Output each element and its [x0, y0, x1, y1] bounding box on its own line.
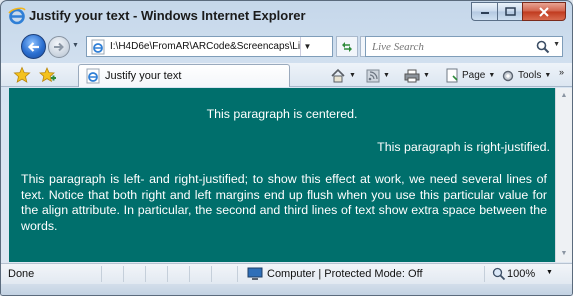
ie-logo-icon: [8, 7, 26, 25]
tools-menu-label: Tools: [518, 70, 542, 81]
page-icon: [446, 68, 458, 83]
zoom-dropdown[interactable]: ▼: [546, 269, 553, 276]
maximize-icon: [504, 7, 516, 16]
feeds-icon: [366, 69, 380, 82]
back-button[interactable]: [21, 34, 46, 59]
home-button[interactable]: ▼: [330, 67, 356, 84]
status-divider: [484, 266, 485, 282]
zoom-icon: [492, 267, 506, 281]
window-frame-bottom: [1, 284, 572, 295]
back-arrow-icon: [27, 41, 39, 52]
window-title: Justify your text - Windows Internet Exp…: [29, 8, 306, 23]
page-content: This paragraph is centered. This paragra…: [9, 88, 555, 262]
address-dropdown[interactable]: ▼: [300, 37, 314, 56]
right-justified-paragraph: This paragraph is right-justified.: [377, 140, 550, 154]
minimize-button[interactable]: [471, 2, 497, 21]
status-bar: Done Computer | Protected Mode: Off 100%…: [1, 263, 572, 284]
status-divider: [123, 266, 124, 282]
page-menu[interactable]: Page ▼: [445, 67, 495, 84]
address-input[interactable]: I:\H4D6e\FromAR\ARCode&Screencaps\Li: [110, 41, 300, 52]
tab-bar: Justify your text ▼ ▼ ▼ Page ▼ Tools ▼ »: [1, 63, 572, 87]
status-text: Done: [8, 268, 35, 280]
tab-label: Justify your text: [105, 70, 182, 82]
feeds-button[interactable]: ▼: [366, 67, 390, 84]
vertical-scrollbar[interactable]: ▲ ▼: [555, 88, 572, 262]
zoom-level[interactable]: 100%: [507, 268, 535, 280]
recent-pages-dropdown[interactable]: ▼: [72, 42, 79, 49]
status-divider: [145, 266, 146, 282]
browser-window: Justify your text - Windows Internet Exp…: [0, 0, 573, 296]
tab-justify-your-text[interactable]: Justify your text: [78, 64, 290, 87]
address-bar[interactable]: I:\H4D6e\FromAR\ARCode&Screencaps\Li ▼: [86, 36, 333, 57]
status-divider: [211, 266, 212, 282]
status-divider: [167, 266, 168, 282]
ie-page-icon: [86, 68, 100, 84]
close-icon: [539, 6, 549, 17]
status-divider: [237, 266, 238, 282]
forward-button[interactable]: [48, 36, 70, 58]
print-button[interactable]: ▼: [404, 67, 430, 84]
scroll-down-arrow-icon[interactable]: ▼: [556, 246, 572, 262]
refresh-button[interactable]: [336, 36, 358, 57]
favorites-star-icon[interactable]: [13, 66, 31, 84]
home-icon: [331, 68, 345, 83]
page-menu-label: Page: [462, 70, 486, 81]
forward-arrow-icon: [54, 42, 64, 52]
print-icon: [404, 69, 420, 82]
gear-icon: [502, 70, 514, 81]
maximize-button[interactable]: [497, 2, 522, 21]
search-input[interactable]: [372, 40, 537, 53]
search-options-dropdown[interactable]: ▼: [553, 41, 560, 48]
tools-menu[interactable]: Tools ▼: [501, 67, 551, 84]
more-commands-chevron[interactable]: »: [559, 63, 564, 80]
search-icon[interactable]: [536, 40, 550, 54]
status-divider: [101, 266, 102, 282]
add-favorites-icon[interactable]: [39, 66, 57, 84]
security-zone-status[interactable]: Computer | Protected Mode: Off: [267, 268, 423, 280]
computer-icon: [247, 267, 263, 280]
close-button[interactable]: [522, 2, 566, 21]
search-box[interactable]: ▼: [365, 36, 563, 57]
scroll-up-arrow-icon[interactable]: ▲: [556, 88, 572, 104]
justified-paragraph: This paragraph is left- and right-justif…: [21, 172, 547, 233]
caption-buttons: [471, 2, 566, 21]
status-divider: [189, 266, 190, 282]
title-bar: Justify your text - Windows Internet Exp…: [1, 1, 572, 31]
ie-page-icon: [91, 39, 105, 54]
navigation-bar: ▼ I:\H4D6e\FromAR\ARCode&Screencaps\Li ▼…: [1, 31, 572, 63]
minimize-icon: [480, 11, 489, 14]
centered-paragraph: This paragraph is centered.: [206, 107, 358, 121]
refresh-icon: [342, 41, 352, 52]
